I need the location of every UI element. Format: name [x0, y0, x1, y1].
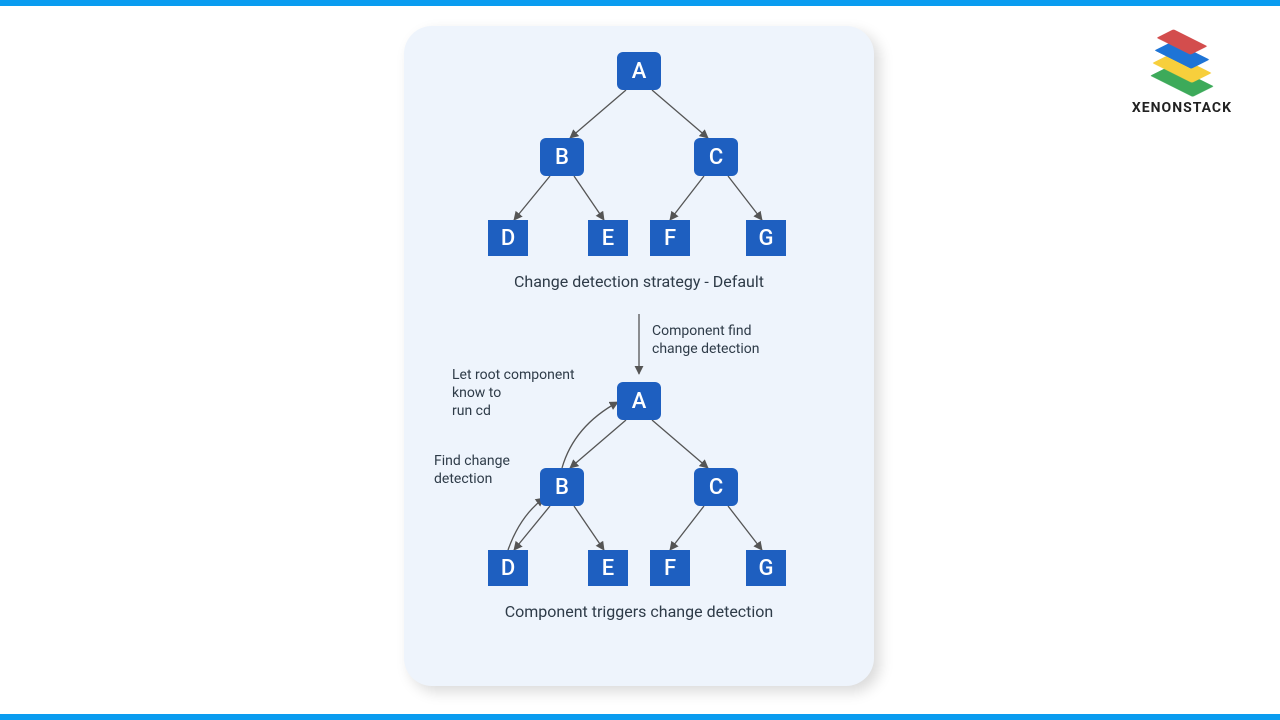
- tree1-node-G: G: [746, 220, 786, 256]
- anno-let-root: Let root component know to run cd: [452, 366, 602, 421]
- bottom-bar: [0, 714, 1280, 720]
- brand-logo: XENONSTACK: [1132, 30, 1232, 116]
- brand-name: XENONSTACK: [1132, 100, 1232, 116]
- tree1-node-D: D: [488, 220, 528, 256]
- tree2-caption: Component triggers change detection: [404, 602, 874, 621]
- logo-stack-icon: [1142, 30, 1222, 94]
- tree2-node-B: B: [540, 468, 584, 506]
- tree2-node-E: E: [588, 550, 628, 586]
- tree1-node-E: E: [588, 220, 628, 256]
- tree1-node-F: F: [650, 220, 690, 256]
- top-bar: [0, 0, 1280, 6]
- tree2-node-A: A: [617, 382, 661, 420]
- tree2-node-D: D: [488, 550, 528, 586]
- tree2-node-C: C: [694, 468, 738, 506]
- tree2-node-G: G: [746, 550, 786, 586]
- anno-component-find: Component find change detection: [652, 322, 802, 358]
- tree1-node-A: A: [617, 52, 661, 90]
- tree1-node-B: B: [540, 138, 584, 176]
- tree1-caption: Change detection strategy - Default: [404, 272, 874, 291]
- tree1-node-C: C: [694, 138, 738, 176]
- diagram-container: A B C D E F G Change detection strategy …: [404, 26, 874, 686]
- diagram-card: A B C D E F G Change detection strategy …: [404, 26, 874, 686]
- arrows-layer: [404, 26, 874, 686]
- tree2-node-F: F: [650, 550, 690, 586]
- anno-find-cd: Find change detection: [434, 452, 544, 488]
